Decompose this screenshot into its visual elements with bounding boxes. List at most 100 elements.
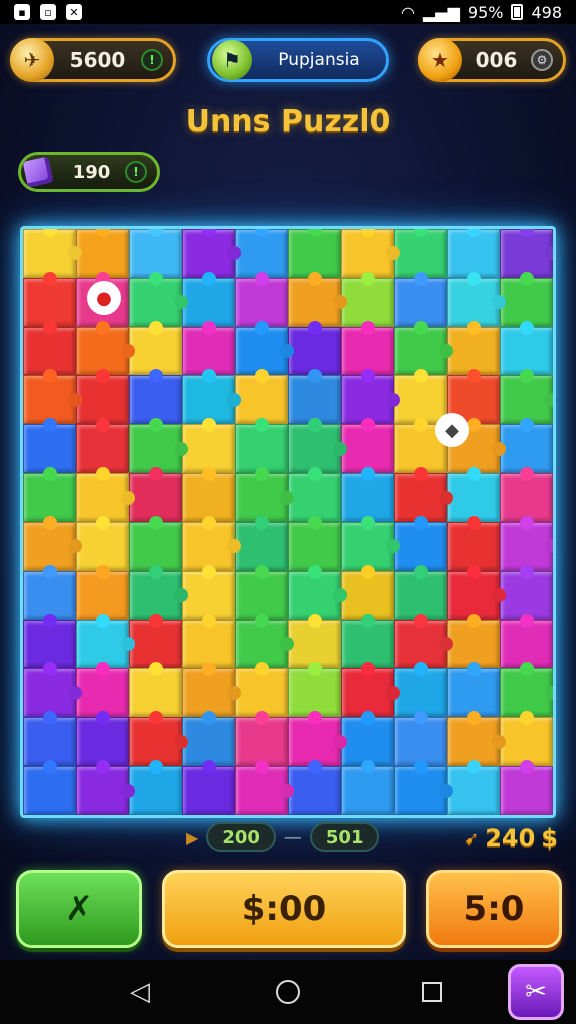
puzzle-piece[interactable] [129, 619, 182, 669]
puzzle-piece[interactable] [341, 473, 394, 522]
puzzle-piece[interactable] [500, 473, 553, 522]
puzzle-piece[interactable] [129, 717, 182, 767]
puzzle-piece[interactable] [76, 668, 129, 718]
puzzle-piece[interactable] [76, 717, 129, 767]
puzzle-piece[interactable] [288, 619, 341, 669]
home-icon[interactable] [268, 972, 308, 1012]
puzzle-piece[interactable] [500, 570, 553, 620]
puzzle-piece[interactable] [235, 521, 288, 571]
puzzle-piece[interactable] [129, 424, 182, 474]
puzzle-piece[interactable] [235, 766, 288, 815]
puzzle-piece[interactable] [288, 326, 341, 376]
puzzle-piece[interactable] [447, 619, 500, 669]
blocks-counter[interactable]: 190 ! [18, 152, 160, 192]
puzzle-piece[interactable] [500, 717, 553, 767]
puzzle-piece[interactable] [76, 326, 129, 376]
puzzle-piece[interactable] [500, 277, 553, 327]
puzzle-piece[interactable] [76, 473, 129, 522]
puzzle-piece[interactable] [23, 229, 76, 278]
puzzle-piece[interactable] [129, 521, 182, 571]
puzzle-piece[interactable] [394, 229, 447, 278]
puzzle-piece[interactable] [341, 229, 394, 278]
puzzle-piece[interactable] [500, 326, 553, 376]
puzzle-piece[interactable] [23, 570, 76, 620]
gems-counter[interactable]: ★ 006 ⚙ [418, 38, 566, 82]
puzzle-piece[interactable] [23, 521, 76, 571]
puzzle-piece[interactable] [394, 668, 447, 718]
puzzle-piece[interactable] [288, 277, 341, 327]
tools-icon[interactable]: ✂ [508, 964, 564, 1020]
puzzle-piece[interactable] [76, 229, 129, 278]
puzzle-piece[interactable] [394, 326, 447, 376]
puzzle-piece[interactable] [235, 619, 288, 669]
tool-button[interactable]: ✗ [16, 870, 142, 948]
puzzle-piece[interactable] [129, 277, 182, 327]
puzzle-piece[interactable] [23, 668, 76, 718]
puzzle-piece[interactable] [23, 424, 76, 474]
puzzle-piece[interactable] [235, 668, 288, 718]
puzzle-piece[interactable] [341, 424, 394, 474]
puzzle-piece[interactable] [129, 766, 182, 815]
puzzle-piece[interactable] [235, 375, 288, 425]
puzzle-piece[interactable] [341, 521, 394, 571]
puzzle-piece[interactable] [76, 619, 129, 669]
puzzle-piece[interactable] [23, 766, 76, 815]
puzzle-piece[interactable] [129, 375, 182, 425]
puzzle-piece[interactable] [341, 570, 394, 620]
puzzle-piece[interactable] [500, 668, 553, 718]
puzzle-piece[interactable] [288, 521, 341, 571]
puzzle-piece[interactable] [394, 277, 447, 327]
puzzle-piece[interactable] [23, 717, 76, 767]
puzzle-piece[interactable] [447, 521, 500, 571]
add-coins-icon[interactable]: ! [141, 49, 163, 71]
add-blocks-icon[interactable]: ! [125, 161, 147, 183]
puzzle-piece[interactable] [182, 229, 235, 278]
puzzle-piece[interactable] [288, 473, 341, 522]
puzzle-piece[interactable] [23, 277, 76, 327]
puzzle-piece[interactable] [447, 229, 500, 278]
puzzle-piece[interactable] [76, 766, 129, 815]
puzzle-piece[interactable] [235, 570, 288, 620]
puzzle-piece[interactable] [447, 766, 500, 815]
puzzle-piece[interactable] [182, 473, 235, 522]
puzzle-board[interactable]: ● ◆ [20, 226, 556, 818]
puzzle-piece[interactable] [23, 375, 76, 425]
puzzle-piece[interactable] [288, 668, 341, 718]
puzzle-piece[interactable] [182, 424, 235, 474]
puzzle-piece[interactable] [288, 229, 341, 278]
puzzle-piece[interactable] [500, 424, 553, 474]
puzzle-piece[interactable] [341, 717, 394, 767]
puzzle-piece[interactable] [500, 229, 553, 278]
back-icon[interactable]: ◁ [120, 972, 160, 1012]
puzzle-piece[interactable] [129, 473, 182, 522]
puzzle-piece[interactable] [288, 717, 341, 767]
puzzle-piece[interactable] [500, 521, 553, 571]
puzzle-piece[interactable] [129, 570, 182, 620]
puzzle-piece[interactable] [76, 375, 129, 425]
puzzle-piece[interactable] [182, 326, 235, 376]
puzzle-piece[interactable] [182, 570, 235, 620]
puzzle-piece[interactable] [23, 326, 76, 376]
puzzle-piece[interactable] [235, 229, 288, 278]
puzzle-piece[interactable] [76, 424, 129, 474]
puzzle-piece[interactable] [235, 717, 288, 767]
puzzle-piece[interactable] [394, 766, 447, 815]
secondary-buy-button[interactable]: 5:0 [426, 870, 562, 948]
puzzle-piece[interactable] [235, 424, 288, 474]
buy-button[interactable]: $:00 [162, 870, 406, 948]
recent-apps-icon[interactable] [412, 972, 452, 1012]
puzzle-piece[interactable] [447, 277, 500, 327]
puzzle-piece[interactable] [182, 521, 235, 571]
puzzle-piece[interactable] [447, 668, 500, 718]
puzzle-piece[interactable] [341, 766, 394, 815]
mode-button[interactable]: ⚑ Pupjansia [207, 38, 389, 82]
puzzle-piece[interactable] [394, 717, 447, 767]
puzzle-piece[interactable] [500, 766, 553, 815]
puzzle-piece[interactable] [182, 277, 235, 327]
puzzle-piece[interactable] [235, 473, 288, 522]
coins-counter[interactable]: ✈ 5600 ! [10, 38, 176, 82]
puzzle-piece[interactable] [341, 619, 394, 669]
settings-icon[interactable]: ⚙ [531, 49, 553, 71]
puzzle-piece[interactable] [500, 619, 553, 669]
puzzle-piece[interactable] [341, 326, 394, 376]
